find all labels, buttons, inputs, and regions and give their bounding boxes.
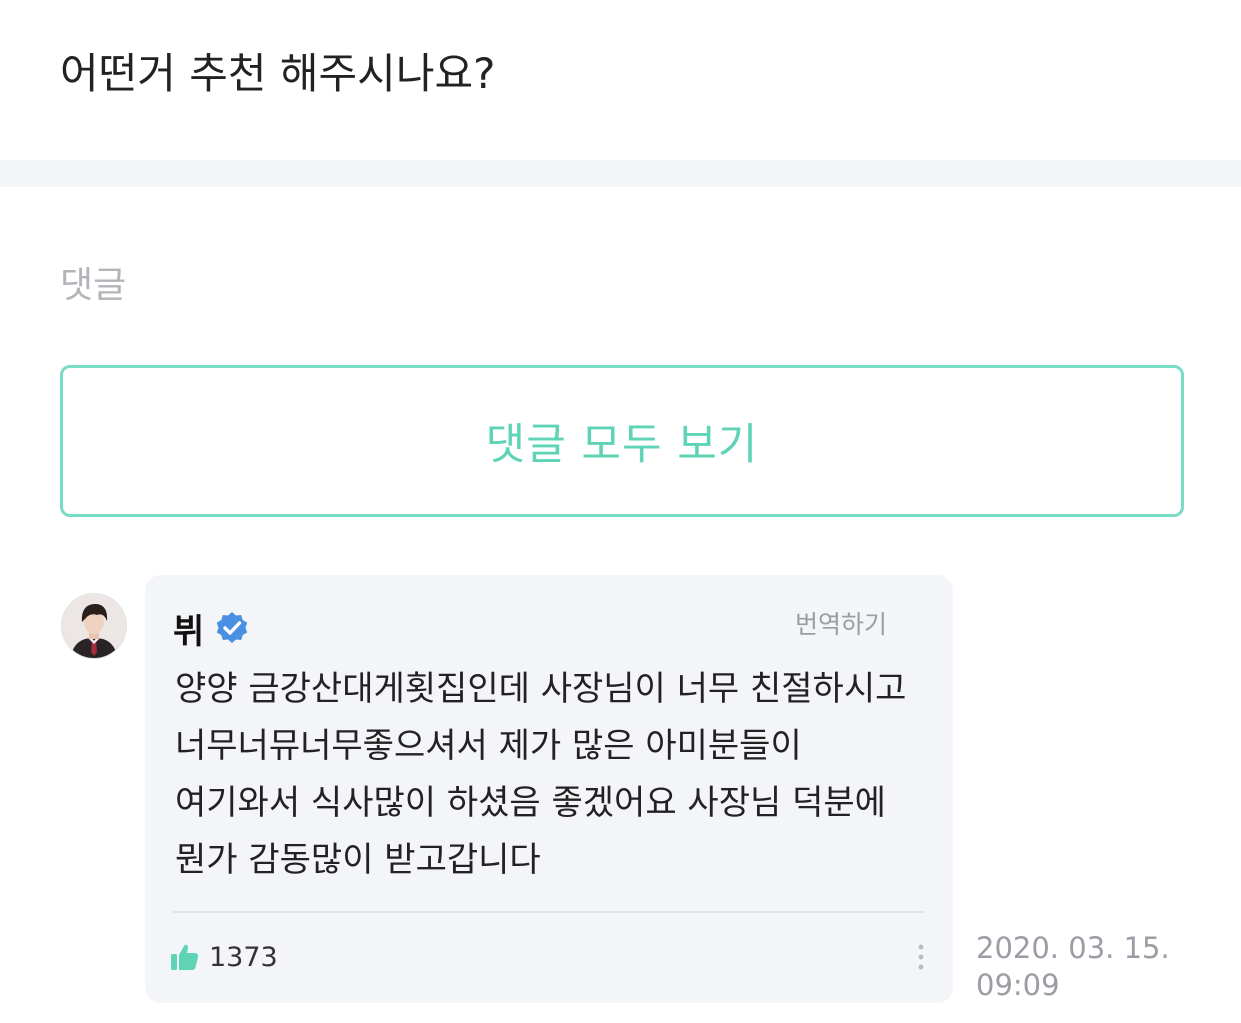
view-all-comments-label: 댓글 모두 보기 xyxy=(485,420,759,470)
author-name[interactable]: 뷔 xyxy=(173,604,204,653)
comment-card: 뷔 번역하기 양양 금강산대게횟집인데 사장님이 너무 친절하시고 너무너뮤너무… xyxy=(145,575,953,1003)
view-all-comments-button[interactable]: 댓글 모두 보기 xyxy=(60,365,1184,517)
like-button[interactable]: 1373 xyxy=(169,937,278,977)
comment-page: 어떤거 추천 해주시나요? 댓글 댓글 모두 보기 뷔 번역하기 양양 금강산대… xyxy=(0,0,1241,1023)
comment-time: 09:09 xyxy=(976,968,1060,1002)
avatar[interactable] xyxy=(61,593,127,659)
vertical-ellipsis-icon[interactable] xyxy=(911,939,931,975)
card-divider xyxy=(173,911,924,913)
section-divider xyxy=(0,160,1241,187)
comments-heading: 댓글 xyxy=(60,265,127,306)
thumbs-up-icon xyxy=(169,941,201,973)
like-count: 1373 xyxy=(209,941,278,973)
verified-badge-icon xyxy=(214,610,250,646)
post-title: 어떤거 추천 해주시나요? xyxy=(60,49,496,98)
author-row: 뷔 xyxy=(173,603,250,653)
comment-timestamp: 2020. 03. 15. 09:09 xyxy=(976,930,1216,1004)
comment-date: 2020. 03. 15. xyxy=(976,931,1170,965)
avatar-image xyxy=(62,594,126,658)
translate-link[interactable]: 번역하기 xyxy=(795,605,887,641)
comment-body: 양양 금강산대게횟집인데 사장님이 너무 친절하시고 너무너뮤너무좋으셔서 제가… xyxy=(175,669,907,880)
